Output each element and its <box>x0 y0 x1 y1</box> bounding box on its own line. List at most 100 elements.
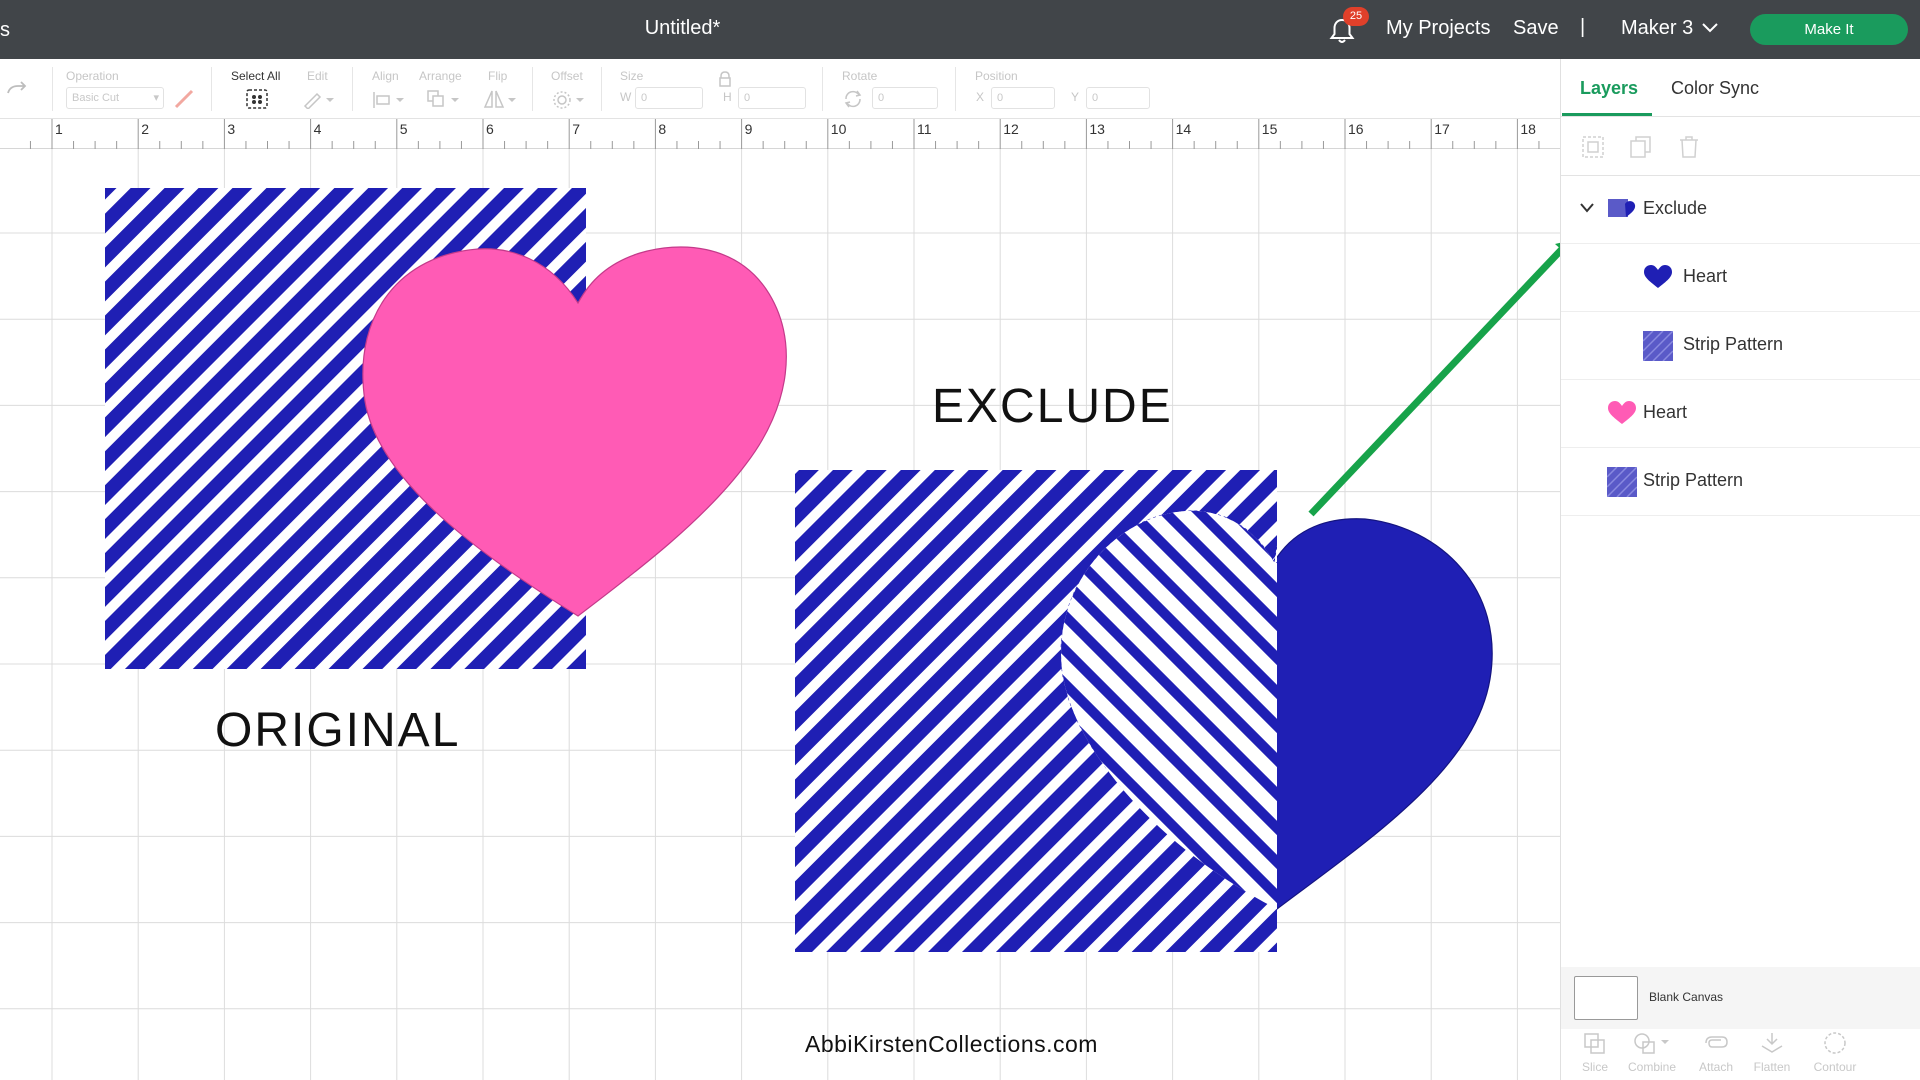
exclude-stripe <box>1061 510 1076 909</box>
chevron-down-icon[interactable] <box>1700 20 1720 36</box>
slice-icon <box>1584 1033 1605 1054</box>
x-value: 0 <box>997 92 1004 104</box>
linetype-color-icon[interactable] <box>173 89 195 109</box>
exclude-stripe <box>1288 499 1560 929</box>
exclude-stripe <box>506 499 936 929</box>
rotate-icon[interactable] <box>842 88 864 110</box>
flatten-button[interactable]: Flatten <box>1747 1031 1797 1074</box>
panel-tabs: Layers Color Sync <box>1561 59 1920 117</box>
height-letter: H <box>723 90 732 104</box>
exclude-stripe <box>438 499 868 929</box>
y-value: 0 <box>1092 92 1099 104</box>
flip-icon[interactable] <box>483 89 519 109</box>
exclude-stripe <box>1322 499 1560 929</box>
contour-label: Contour <box>1813 1060 1857 1074</box>
header-separator: | <box>1580 16 1586 38</box>
x-letter: X <box>976 90 985 104</box>
document-title[interactable]: Untitled* <box>0 17 1365 40</box>
layer-row-strip-pattern[interactable]: Strip Pattern <box>1561 448 1920 516</box>
toolbar-divider <box>211 67 212 111</box>
width-value: 0 <box>641 92 648 104</box>
exclude-stripe <box>1458 499 1560 929</box>
ruler-number: 11 <box>917 121 932 137</box>
exclude-stripe <box>472 499 902 929</box>
operation-select[interactable]: Basic Cut ▾ <box>66 87 164 109</box>
blank-canvas-row[interactable]: Blank Canvas <box>1561 967 1920 1029</box>
rotate-value: 0 <box>878 92 885 104</box>
layer-row-exclude[interactable]: Exclude <box>1561 176 1920 244</box>
align-icon[interactable] <box>372 91 406 109</box>
ruler-number: 5 <box>399 121 408 137</box>
flatten-icon <box>1761 1033 1783 1053</box>
tab-layers[interactable]: Layers <box>1580 78 1638 99</box>
flip-label: Flip <box>488 69 508 83</box>
blank-canvas-label: Blank Canvas <box>1649 990 1724 1004</box>
trash-icon[interactable] <box>1677 135 1701 159</box>
stripe-pattern-icon <box>1607 467 1637 497</box>
offset-label: Offset <box>551 69 583 83</box>
exclude-stripe <box>1424 499 1560 929</box>
layer-actions-bar <box>1561 118 1920 176</box>
toolbar-divider <box>601 67 602 111</box>
group-icon[interactable] <box>1581 135 1605 159</box>
width-input[interactable]: 0 <box>635 87 703 109</box>
duplicate-icon[interactable] <box>1629 135 1653 159</box>
tab-color-sync[interactable]: Color Sync <box>1671 78 1759 99</box>
layer-row-heart-pink[interactable]: Heart <box>1561 380 1920 448</box>
design-canvas[interactable]: EXCLUDE ORIGINAL AbbiKirstenCollections.… <box>0 149 1560 1080</box>
pink-heart-icon <box>1608 401 1636 424</box>
my-projects-link[interactable]: My Projects <box>1386 17 1490 40</box>
offset-icon[interactable] <box>551 89 587 111</box>
arrange-label: Arrange <box>419 69 462 83</box>
ruler-number: 14 <box>1175 121 1192 137</box>
save-link[interactable]: Save <box>1513 17 1559 40</box>
exclude-caption: EXCLUDE <box>932 380 1173 433</box>
toolbar-divider <box>955 67 956 111</box>
exclude-stripe <box>1061 510 1110 909</box>
layer-row-strip-pattern-grouped[interactable]: Strip Pattern <box>1561 312 1920 380</box>
exclude-group-icon <box>1608 199 1636 217</box>
ruler-number: 9 <box>744 121 753 137</box>
ruler-number: 1 <box>55 121 63 137</box>
canvas-color-swatch[interactable] <box>1574 976 1638 1020</box>
layer-name: Heart <box>1683 266 1728 286</box>
attach-label: Attach <box>1698 1060 1734 1074</box>
width-letter: W <box>620 90 632 104</box>
height-input[interactable]: 0 <box>738 87 806 109</box>
make-it-button[interactable]: Make It <box>1750 14 1908 45</box>
arrange-icon[interactable] <box>426 89 462 109</box>
ruler-number: 4 <box>313 121 322 137</box>
notification-badge: 25 <box>1343 7 1369 26</box>
ruler-number: 13 <box>1089 121 1105 137</box>
x-position-input[interactable]: 0 <box>991 87 1055 109</box>
ruler-number: 15 <box>1261 121 1278 137</box>
layers-panel: Layers Color Sync Exclude Heart Strip Pa… <box>1560 59 1920 1080</box>
exclude-stripe <box>608 499 1038 929</box>
layer-row-heart-blue[interactable]: Heart <box>1561 244 1920 312</box>
edit-label: Edit <box>307 69 328 83</box>
ruler-number: 6 <box>486 121 494 137</box>
dropdown-arrow-icon: ▾ <box>153 92 159 104</box>
slice-label: Slice <box>1581 1060 1608 1074</box>
height-value: 0 <box>744 92 751 104</box>
top-header: s Untitled* 25 My Projects Save | Maker … <box>0 0 1920 59</box>
redo-icon[interactable] <box>6 81 28 97</box>
attach-button[interactable]: Attach <box>1691 1031 1741 1074</box>
lock-icon[interactable] <box>718 71 732 87</box>
combine-button[interactable]: Combine <box>1627 1031 1677 1074</box>
machine-selector[interactable]: Maker 3 <box>1621 17 1693 40</box>
toolbar-divider <box>822 67 823 111</box>
contour-button[interactable]: Contour <box>1810 1031 1860 1074</box>
slice-button[interactable]: Slice <box>1570 1031 1620 1074</box>
rotate-input[interactable]: 0 <box>872 87 938 109</box>
layer-name: Strip Pattern <box>1683 334 1784 354</box>
website-watermark: AbbiKirstenCollections.com <box>805 1031 1098 1057</box>
chevron-down-icon[interactable] <box>1579 202 1595 214</box>
ruler-number: 12 <box>1003 121 1019 137</box>
edit-pen-icon[interactable] <box>302 89 336 109</box>
select-all-label: Select All <box>231 69 281 83</box>
position-label: Position <box>975 69 1018 83</box>
y-position-input[interactable]: 0 <box>1086 87 1150 109</box>
paperclip-icon <box>1705 1036 1728 1048</box>
select-all-icon[interactable] <box>245 88 269 110</box>
